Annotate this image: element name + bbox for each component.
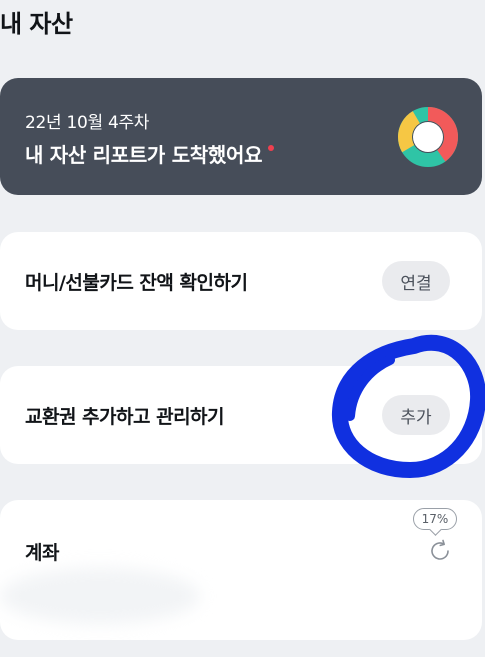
report-card[interactable]: 22년 10월 4주차 내 자산 리포트가 도착했어요 bbox=[0, 78, 482, 195]
money-card-label: 머니/선불카드 잔액 확인하기 bbox=[25, 271, 248, 294]
voucher-card-label: 교환권 추가하고 관리하기 bbox=[25, 405, 225, 428]
report-title-text: 내 자산 리포트가 도착했어요 bbox=[25, 143, 263, 167]
donut-chart-icon bbox=[398, 107, 458, 167]
new-indicator-dot bbox=[268, 145, 275, 151]
add-voucher-button[interactable]: 추가 bbox=[382, 395, 450, 435]
progress-badge: 17% bbox=[413, 508, 457, 536]
money-card[interactable]: 머니/선불카드 잔액 확인하기 연결 bbox=[0, 232, 482, 330]
refresh-icon[interactable] bbox=[427, 538, 453, 564]
blurred-area bbox=[0, 568, 200, 624]
connect-button[interactable]: 연결 bbox=[382, 261, 450, 301]
page-title: 내 자산 bbox=[0, 10, 73, 38]
account-card-label: 계좌 bbox=[25, 542, 59, 564]
voucher-card[interactable]: 교환권 추가하고 관리하기 추가 bbox=[0, 366, 482, 464]
